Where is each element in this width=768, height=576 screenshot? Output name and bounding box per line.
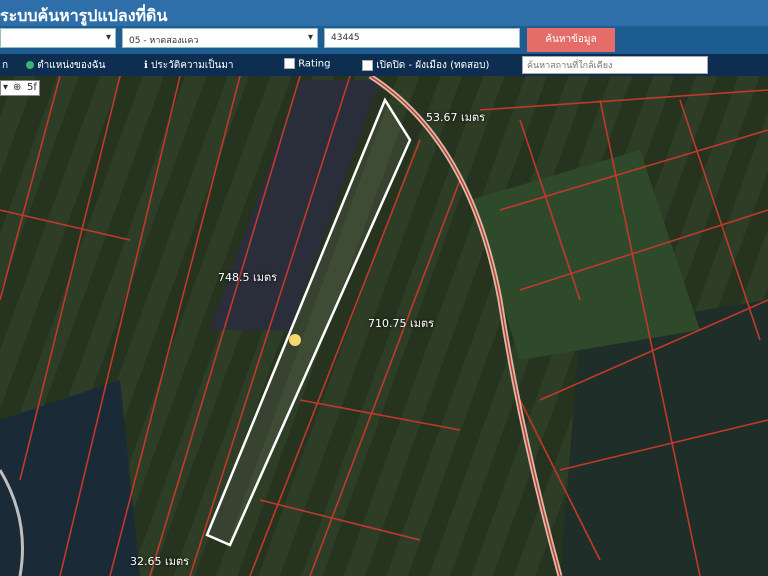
history-button[interactable]: ℹ ประวัติความเป็นมา <box>144 58 234 73</box>
rating-toggle[interactable]: Rating <box>284 58 330 70</box>
map-toolbar: ก ตำแหน่งของฉัน ℹ ประวัติความเป็นมา Rati… <box>0 54 768 76</box>
my-location-label: ตำแหน่งของฉัน <box>37 60 106 71</box>
city-plan-toggle[interactable]: เปิดปิด - ผังเมือง (ทดสอบ) <box>362 58 489 73</box>
map-zoom-control[interactable]: ▾ ⊕ 5f <box>0 80 40 96</box>
toolbar-item-1[interactable]: ก <box>2 58 8 73</box>
search-bar: ▾ 05 - หาดสองแคว ▾ 43445 ค้นหาข้อมูล <box>0 26 768 54</box>
zoom-menu-icon: ▾ <box>3 82 9 93</box>
place-search-input[interactable] <box>522 56 708 74</box>
label-bottom-length: 32.65 เมตร <box>130 555 190 568</box>
rating-checkbox-icon <box>284 58 295 69</box>
search-button[interactable]: ค้นหาข้อมูล <box>527 28 615 52</box>
district-select-value: 05 - หาดสองแคว <box>129 36 199 46</box>
province-select[interactable]: ▾ <box>0 28 116 48</box>
city-plan-label: เปิดปิด - ผังเมือง (ทดสอบ) <box>376 60 490 71</box>
label-right-length: 710.75 เมตร <box>368 317 435 330</box>
parcel-marker-icon[interactable] <box>289 334 301 346</box>
label-top-length: 53.67 เมตร <box>426 111 486 124</box>
label-left-length: 748.5 เมตร <box>218 271 278 284</box>
app-header: ระบบค้นหารูปแปลงที่ดิน <box>0 0 768 26</box>
zoom-target-icon: ⊕ <box>13 82 22 93</box>
zoom-level: 5f <box>27 82 37 93</box>
chevron-down-icon: ▾ <box>307 32 313 43</box>
parcel-number-value: 43445 <box>331 33 360 43</box>
parcel-number-input[interactable]: 43445 <box>324 28 520 48</box>
city-plan-checkbox-icon <box>362 59 373 71</box>
satellite-map[interactable]: 53.67 เมตร 748.5 เมตร 710.75 เมตร 32.65 … <box>0 76 768 576</box>
history-label: ประวัติความเป็นมา <box>151 60 234 71</box>
district-select[interactable]: 05 - หาดสองแคว ▾ <box>122 28 318 48</box>
chevron-down-icon: ▾ <box>105 32 111 43</box>
history-icon: ℹ <box>144 60 148 71</box>
location-dot-icon <box>26 61 34 69</box>
rating-label: Rating <box>298 58 331 70</box>
my-location-button[interactable]: ตำแหน่งของฉัน <box>26 58 105 73</box>
